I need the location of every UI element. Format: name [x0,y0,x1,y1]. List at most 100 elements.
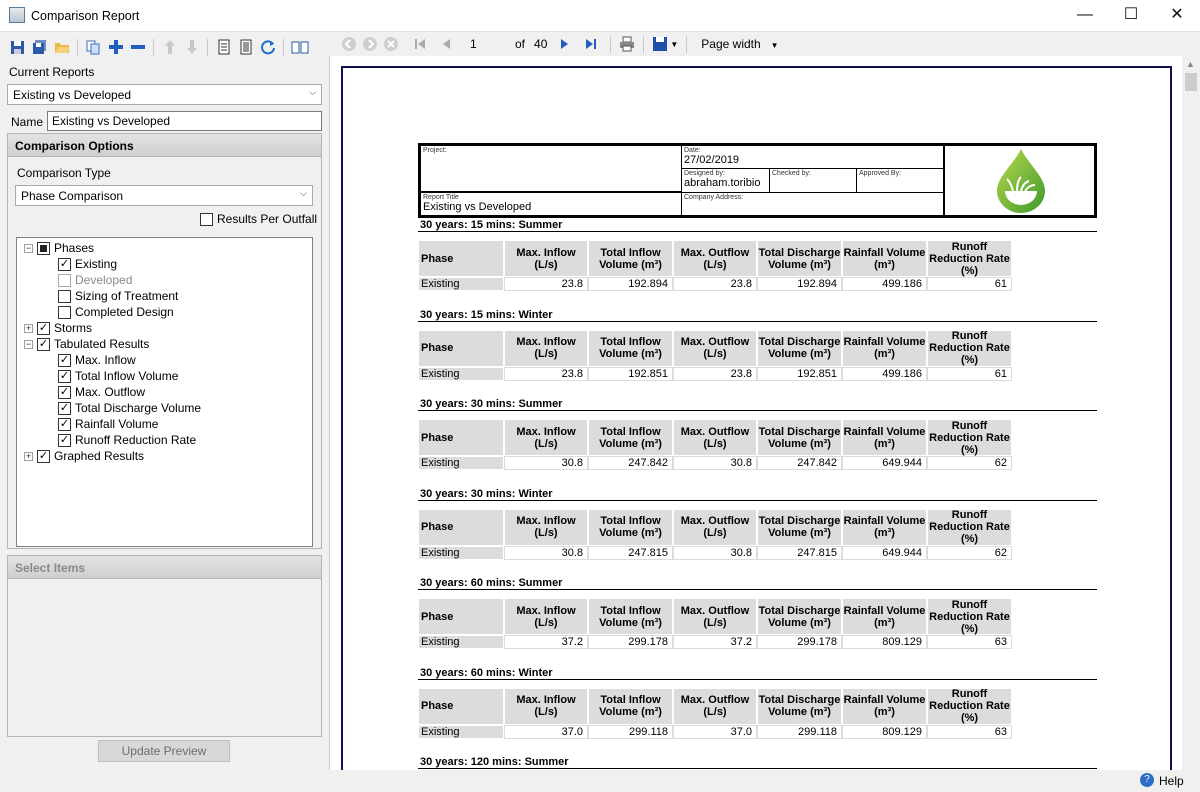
check-icon[interactable]: ✓ [58,369,71,383]
collapse-icon[interactable]: − [24,243,33,253]
checkbox-icon[interactable] [58,289,71,303]
comparison-type-label: Comparison Type [17,166,111,180]
select-items-header: Select Items [8,556,321,579]
results-per-outfall-checkbox[interactable]: Results Per Outfall [200,212,317,226]
company-label: Company Address: [684,194,744,201]
page-of-label: of [515,37,526,51]
tree-item-runoff[interactable]: ✓ Runoff Reduction Rate [58,433,196,447]
column-header: Max. Outflow (L/s) [673,687,757,725]
report-title-label: Report Title [423,194,459,201]
table-cell: 192.894 [588,277,673,291]
tree-label: Sizing of Treatment [75,289,179,303]
check-icon[interactable]: ✓ [37,337,50,351]
checkbox-icon[interactable] [58,273,71,287]
open-folder-icon[interactable] [52,38,71,57]
expand-icon[interactable]: + [24,323,33,333]
tree-item-phases[interactable]: − Phases [24,241,94,255]
last-page-icon[interactable] [583,36,599,52]
table-cell: Existing [418,277,504,291]
tree-label: Max. Inflow [75,353,136,367]
close-button[interactable]: ✕ [1154,0,1200,32]
column-header: Runoff Reduction Rate (%) [927,598,1012,635]
report-viewer[interactable]: Project: Date: 27/02/2019 Designed by: abr… [329,56,1182,776]
tree-item-storms[interactable]: + ✓ Storms [24,321,92,335]
tree-item-tabulated[interactable]: − ✓ Tabulated Results [24,337,149,351]
comparison-type-select[interactable]: Phase Comparison ⌵ [15,185,313,206]
table-cell: 809.129 [842,724,927,739]
save-all-icon[interactable] [30,38,49,57]
column-header: Phase [418,419,504,456]
back-icon[interactable] [341,36,357,52]
stop-icon[interactable] [383,36,399,52]
tree-item-total-inflow[interactable]: ✓ Total Inflow Volume [58,369,178,383]
tree-item-max-outflow[interactable]: ✓ Max. Outflow [58,385,145,399]
move-up-icon[interactable] [160,38,179,57]
name-input[interactable]: Existing vs Developed [47,111,322,131]
print-icon[interactable] [619,36,635,52]
check-icon[interactable]: ✓ [58,353,71,367]
help-icon[interactable]: ? [1140,773,1154,787]
tree-label: Completed Design [75,305,174,319]
zoom-select[interactable]: Page width ▼ [701,37,778,51]
name-label: Name [11,115,44,129]
report-page-icon[interactable] [214,38,233,57]
forward-icon[interactable] [362,36,378,52]
tree-label: Tabulated Results [54,337,150,351]
expand-icon[interactable]: + [24,451,33,461]
tree-item-max-inflow[interactable]: ✓ Max. Inflow [58,353,136,367]
check-icon[interactable]: ✓ [58,385,71,399]
scroll-thumb[interactable] [1185,73,1197,91]
remove-icon[interactable] [128,38,147,57]
report-header-block: Project: Date: 27/02/2019 Designed by: abr… [418,143,1097,218]
export-save-icon[interactable] [652,36,668,52]
check-icon[interactable]: ✓ [58,433,71,447]
table-cell: Existing [418,456,504,470]
column-header: Rainfall Volume (m³) [842,419,927,456]
tree-label: Existing [75,257,118,271]
check-icon[interactable]: ✓ [58,417,71,431]
report-section: 30 years: 30 mins: Winter Phase Max. Inflo… [418,488,1097,560]
table-cell: 30.8 [673,456,757,470]
export-dropdown-icon[interactable]: ▼ [670,40,678,49]
current-reports-select[interactable]: Existing vs Developed ⌵ [7,84,322,105]
maximize-button[interactable]: ☐ [1108,0,1154,32]
column-header: Total Inflow Volume (m³) [588,598,673,635]
prev-page-icon[interactable] [439,36,455,52]
save-icon[interactable] [8,38,27,57]
column-header: Total Discharge Volume (m³) [757,687,842,725]
book-icon[interactable] [290,38,309,57]
page-number-input[interactable]: 1 [470,37,508,51]
tree-item-existing[interactable]: ✓ Existing [58,257,117,271]
report-list-icon[interactable] [236,38,255,57]
status-bar: ? Help [0,770,1200,792]
vertical-scrollbar[interactable]: ▲ [1182,56,1200,770]
move-down-icon[interactable] [182,38,201,57]
tree-label: Storms [54,321,93,335]
checkbox-icon[interactable] [37,241,50,255]
tree-item-developed[interactable]: Developed [58,273,132,287]
check-icon[interactable]: ✓ [37,449,50,463]
column-header: Total Discharge Volume (m³) [757,329,842,367]
scroll-up-icon[interactable]: ▲ [1186,59,1195,69]
next-page-icon[interactable] [556,36,572,52]
check-icon[interactable]: ✓ [58,401,71,415]
table-cell: 63 [927,635,1012,649]
copy-icon[interactable] [84,38,103,57]
minimize-button[interactable]: — [1062,0,1108,32]
collapse-icon[interactable]: − [24,339,33,349]
column-header: Max. Outflow (L/s) [673,240,757,277]
help-label[interactable]: Help [1159,774,1184,788]
refresh-icon[interactable] [258,38,277,57]
add-icon[interactable] [106,38,125,57]
first-page-icon[interactable] [412,36,428,52]
tree-item-rainfall[interactable]: ✓ Rainfall Volume [58,417,158,431]
update-preview-button[interactable]: Update Preview [98,740,230,762]
tree-item-completed[interactable]: Completed Design [58,305,174,319]
check-icon[interactable]: ✓ [58,257,71,271]
tree-item-sizing[interactable]: Sizing of Treatment [58,289,178,303]
checkbox-icon[interactable] [58,305,71,319]
report-section: 30 years: 120 mins: Summer [418,756,1097,769]
tree-item-graphed[interactable]: + ✓ Graphed Results [24,449,144,463]
check-icon[interactable]: ✓ [37,321,50,335]
tree-item-total-discharge[interactable]: ✓ Total Discharge Volume [58,401,201,415]
